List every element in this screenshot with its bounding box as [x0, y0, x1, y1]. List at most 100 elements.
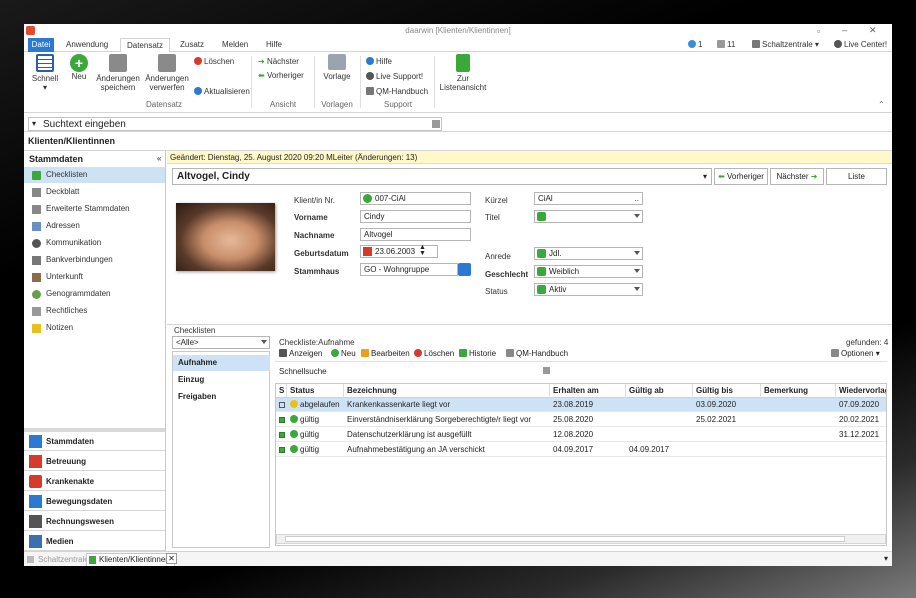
- sidebar: Stammdaten « Checklisten Deckblatt Erwei…: [24, 151, 166, 566]
- stammhaus-link-icon[interactable]: [458, 263, 471, 276]
- titel-select[interactable]: [534, 210, 643, 223]
- column-header-bezeichnung[interactable]: Bezeichnung: [344, 384, 550, 398]
- aktualisieren-button[interactable]: Aktualisieren: [194, 86, 250, 97]
- category-einzug[interactable]: Einzug: [173, 372, 270, 388]
- vorheriger-record-button[interactable]: ⬅ Vorheriger: [714, 168, 768, 185]
- anzeigen-button[interactable]: Anzeigen: [279, 348, 322, 360]
- geburtsdatum-field[interactable]: 23.06.2003: [360, 245, 438, 258]
- horizontal-scrollbar[interactable]: [276, 534, 886, 544]
- nav-krankenakte[interactable]: Krankenakte: [24, 472, 165, 491]
- sidebar-item-bankverbindungen[interactable]: Bankverbindungen: [24, 252, 165, 268]
- tab-hilfe[interactable]: Hilfe: [266, 38, 286, 52]
- minimize-icon[interactable]: –: [842, 25, 847, 35]
- search-input[interactable]: ▾ Suchtext eingeben: [28, 117, 442, 131]
- collapse-ribbon-icon[interactable]: ⌃: [878, 100, 885, 109]
- nachname-field[interactable]: Altvogel: [360, 228, 471, 241]
- sidebar-item-rechtliches[interactable]: Rechtliches: [24, 303, 165, 319]
- anrede-select[interactable]: Jdl.: [534, 247, 643, 260]
- nav-bewegungsdaten[interactable]: Bewegungsdaten: [24, 492, 165, 511]
- schnellsuche-options-icon[interactable]: [543, 367, 550, 374]
- document-icon: [32, 205, 41, 214]
- ellipsis-icon[interactable]: ..: [635, 193, 639, 204]
- column-header-gueltig-ab[interactable]: Gültig ab: [626, 384, 693, 398]
- column-header-status[interactable]: Status: [287, 384, 344, 398]
- date-spinner-icon[interactable]: ▲ ▼: [419, 244, 426, 257]
- geschlecht-select[interactable]: Weiblich: [534, 265, 643, 278]
- historie-button[interactable]: Historie: [459, 348, 496, 360]
- zur-listenansicht-button[interactable]: Zur Listenansicht: [438, 54, 488, 92]
- close-tab-icon[interactable]: ✕: [166, 553, 177, 564]
- neu-button[interactable]: + Neu: [68, 54, 90, 81]
- sidebar-item-checklisten[interactable]: Checklisten: [24, 167, 165, 183]
- record-selector[interactable]: Altvogel, Cindy ▾: [172, 168, 712, 185]
- optionen-button[interactable]: Optionen ▾: [831, 348, 880, 360]
- naechster-button[interactable]: ➜ Nächster: [258, 56, 299, 67]
- schnell-button[interactable]: Schnell ▾: [30, 54, 60, 92]
- live-support-button[interactable]: Live Support!: [366, 71, 423, 82]
- schaltzentrale-dropdown[interactable]: Schaltzentrale ▾: [752, 38, 819, 52]
- column-header-erhalten-am[interactable]: Erhalten am: [550, 384, 626, 398]
- liste-button[interactable]: Liste: [826, 168, 887, 185]
- close-icon[interactable]: ✕: [869, 25, 877, 36]
- messages-counter[interactable]: 11: [717, 38, 735, 52]
- qm-handbuch-button[interactable]: QM-Handbuch: [366, 86, 428, 97]
- tabs-overflow-icon[interactable]: ▾: [881, 553, 891, 564]
- globe-counter[interactable]: 1: [688, 38, 702, 52]
- table-row[interactable]: gültig Aufnahmebestätigung an JA verschic…: [276, 443, 886, 457]
- sidebar-item-adressen[interactable]: Adressen: [24, 218, 165, 234]
- column-header-wiedervorlage[interactable]: Wiedervorlage: [836, 384, 886, 398]
- sidebar-item-kommunikation[interactable]: Kommunikation: [24, 235, 165, 251]
- nav-medien[interactable]: Medien: [24, 532, 165, 551]
- bank-icon: [32, 256, 41, 265]
- aenderungen-speichern-button[interactable]: Änderungen speichern: [96, 54, 140, 92]
- checklist-loeschen-button[interactable]: Löschen: [414, 348, 454, 360]
- checklist-neu-button[interactable]: Neu: [331, 348, 356, 360]
- vorlage-button[interactable]: Vorlage: [321, 54, 353, 81]
- vorname-field[interactable]: Cindy: [360, 210, 471, 223]
- checklist-filter-select[interactable]: <Alle>: [172, 336, 270, 349]
- sidebar-item-erweiterte-stammdaten[interactable]: Erweiterte Stammdaten: [24, 201, 165, 217]
- collapse-sidebar-icon[interactable]: «: [157, 154, 161, 163]
- tab-melden[interactable]: Melden: [222, 38, 252, 52]
- sidebar-item-unterkunft[interactable]: Unterkunft: [24, 269, 165, 285]
- sidebar-item-deckblatt[interactable]: Deckblatt: [24, 184, 165, 200]
- tab-schaltzentrale[interactable]: Schaltzentrale: [26, 554, 89, 565]
- nav-stammdaten[interactable]: Stammdaten: [24, 432, 165, 451]
- nav-rechnungswesen[interactable]: Rechnungswesen: [24, 512, 165, 531]
- vorheriger-button[interactable]: ⬅ Vorheriger: [258, 70, 304, 81]
- table-row[interactable]: abgelaufen Krankenkassenkarte liegt vor 23…: [276, 398, 886, 412]
- status-select[interactable]: Aktiv: [534, 283, 643, 296]
- kuerzel-field[interactable]: CiAl..: [534, 192, 643, 205]
- tab-anwendung[interactable]: Anwendung: [66, 38, 116, 52]
- hilfe-button[interactable]: Hilfe: [366, 56, 392, 67]
- checklist-category-list: Aufnahme Einzug Freigaben: [172, 351, 270, 548]
- search-dropdown-icon[interactable]: ▾: [32, 119, 36, 128]
- klient-nr-field[interactable]: 007-CiAl: [360, 192, 471, 205]
- live-center-button[interactable]: Live Center!: [834, 38, 887, 52]
- search-options-icon[interactable]: [432, 120, 440, 128]
- column-header-bemerkung[interactable]: Bemerkung: [761, 384, 836, 398]
- category-freigaben[interactable]: Freigaben: [173, 389, 270, 405]
- loeschen-button[interactable]: Löschen: [194, 56, 234, 67]
- table-row[interactable]: gültig Datenschutzerklärung ist ausgefüll…: [276, 428, 886, 442]
- sidebar-item-genogrammdaten[interactable]: Genogrammdaten: [24, 286, 165, 302]
- checklist-qm-button[interactable]: QM-Handbuch: [506, 348, 568, 360]
- cell-erhalten: 04.09.2017: [553, 445, 594, 454]
- tab-klienten[interactable]: Klienten/Klientinnen: [86, 553, 175, 566]
- tab-datei[interactable]: Datei: [28, 38, 54, 52]
- tab-datensatz[interactable]: Datensatz: [120, 38, 170, 53]
- scrollbar-thumb[interactable]: [285, 536, 845, 542]
- cell-erhalten: 12.08.2020: [553, 430, 594, 439]
- category-aufnahme[interactable]: Aufnahme: [173, 355, 270, 371]
- column-header-s[interactable]: S: [276, 384, 287, 398]
- bearbeiten-button[interactable]: Bearbeiten: [361, 348, 410, 360]
- table-row[interactable]: gültig Einverständniserklärung Sorgeberec…: [276, 413, 886, 427]
- sidebar-item-notizen[interactable]: Notizen: [24, 320, 165, 336]
- column-header-gueltig-bis[interactable]: Gültig bis: [693, 384, 761, 398]
- tab-zusatz[interactable]: Zusatz: [180, 38, 208, 52]
- naechster-record-button[interactable]: Nächster ➜: [770, 168, 824, 185]
- nav-betreuung[interactable]: Betreuung: [24, 452, 165, 471]
- restore-icon[interactable]: ▫: [817, 26, 820, 36]
- aenderungen-verwerfen-button[interactable]: Änderungen verwerfen: [142, 54, 192, 92]
- stammhaus-field[interactable]: GO - Wohngruppe: [360, 263, 458, 276]
